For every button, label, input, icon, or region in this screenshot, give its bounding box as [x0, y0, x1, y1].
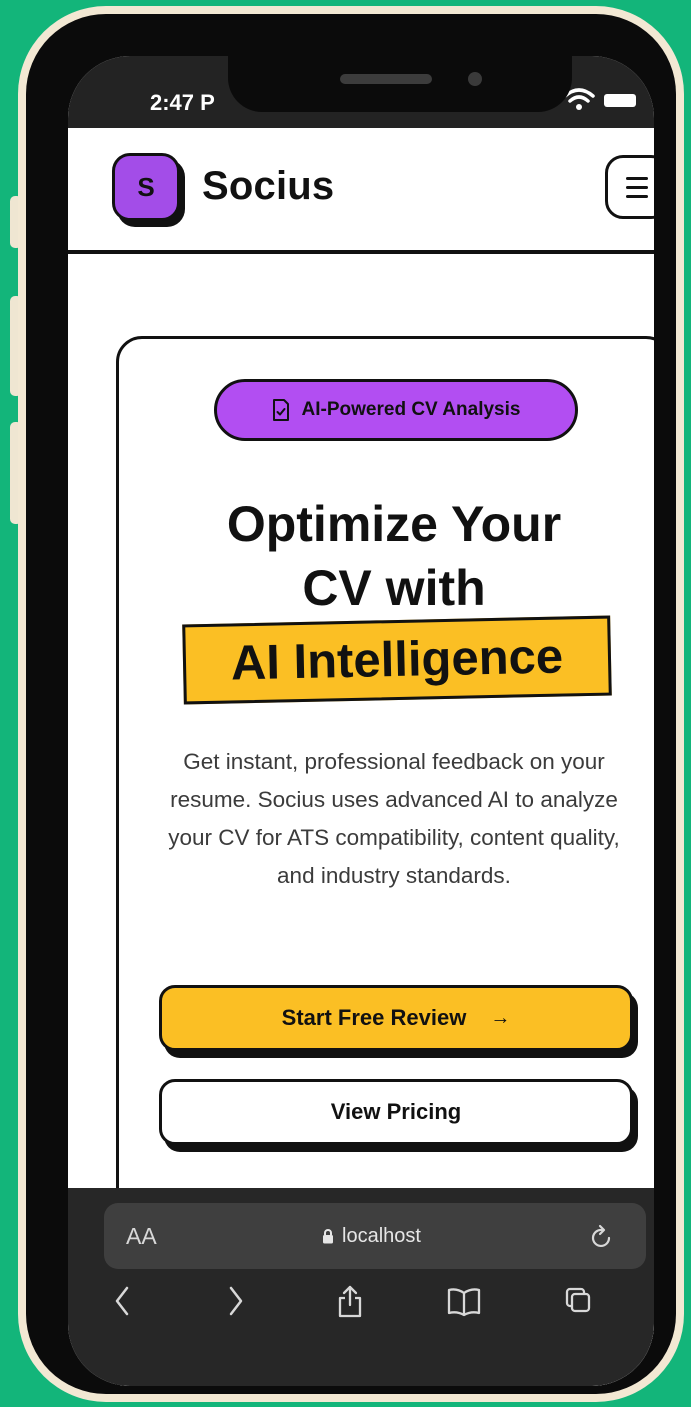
share-icon[interactable] — [336, 1284, 364, 1318]
status-time: 2:47 P — [150, 90, 215, 115]
phone-frame: 2:47 P S Socius AI-Powered CV Analysis O… — [18, 6, 684, 1402]
speaker-grille — [340, 74, 432, 84]
url-display[interactable]: localhost — [322, 1225, 421, 1248]
logo-mark[interactable]: S — [112, 153, 180, 221]
view-pricing-button[interactable]: View Pricing — [159, 1079, 633, 1145]
arrow-right-icon: → — [490, 1006, 511, 1029]
hamburger-menu-button[interactable] — [605, 155, 654, 219]
lock-icon — [323, 1229, 333, 1244]
browser-toolbar: AA localhost — [68, 1188, 654, 1386]
document-check-icon — [272, 399, 289, 421]
reload-icon[interactable] — [590, 1223, 614, 1249]
brand-name[interactable]: Socius — [202, 164, 334, 209]
front-camera — [468, 72, 482, 86]
forward-icon[interactable] — [226, 1284, 246, 1318]
bookmarks-icon[interactable] — [446, 1284, 482, 1318]
menu-line-icon — [626, 177, 648, 180]
url-text: localhost — [342, 1225, 421, 1247]
phone-bezel: 2:47 P S Socius AI-Powered CV Analysis O… — [26, 14, 676, 1394]
headline-line-1: Optimize Your — [226, 496, 562, 552]
phone-screen: 2:47 P S Socius AI-Powered CV Analysis O… — [68, 56, 654, 1386]
start-free-review-label: Start Free Review — [281, 1005, 467, 1030]
site-header: S Socius — [68, 128, 654, 254]
menu-line-icon — [626, 186, 648, 189]
hero-description: Get instant, professional feedback on yo… — [168, 749, 620, 888]
headline-highlight: AI Intelligence — [182, 615, 612, 705]
start-free-review-button[interactable]: Start Free Review → — [159, 985, 633, 1051]
headline-line-2: CV with — [302, 560, 486, 616]
battery-icon — [604, 94, 636, 107]
feature-badge: AI-Powered CV Analysis — [214, 379, 578, 441]
address-bar[interactable]: AA localhost — [104, 1203, 646, 1269]
back-icon[interactable] — [112, 1284, 132, 1318]
view-pricing-label: View Pricing — [330, 1099, 462, 1124]
text-size-label: AA — [126, 1223, 157, 1249]
tabs-icon[interactable] — [564, 1284, 592, 1318]
menu-line-icon — [626, 195, 648, 198]
text-size-button[interactable]: AA — [126, 1223, 157, 1250]
badge-label: AI-Powered CV Analysis — [301, 399, 521, 420]
dynamic-island — [228, 56, 572, 112]
